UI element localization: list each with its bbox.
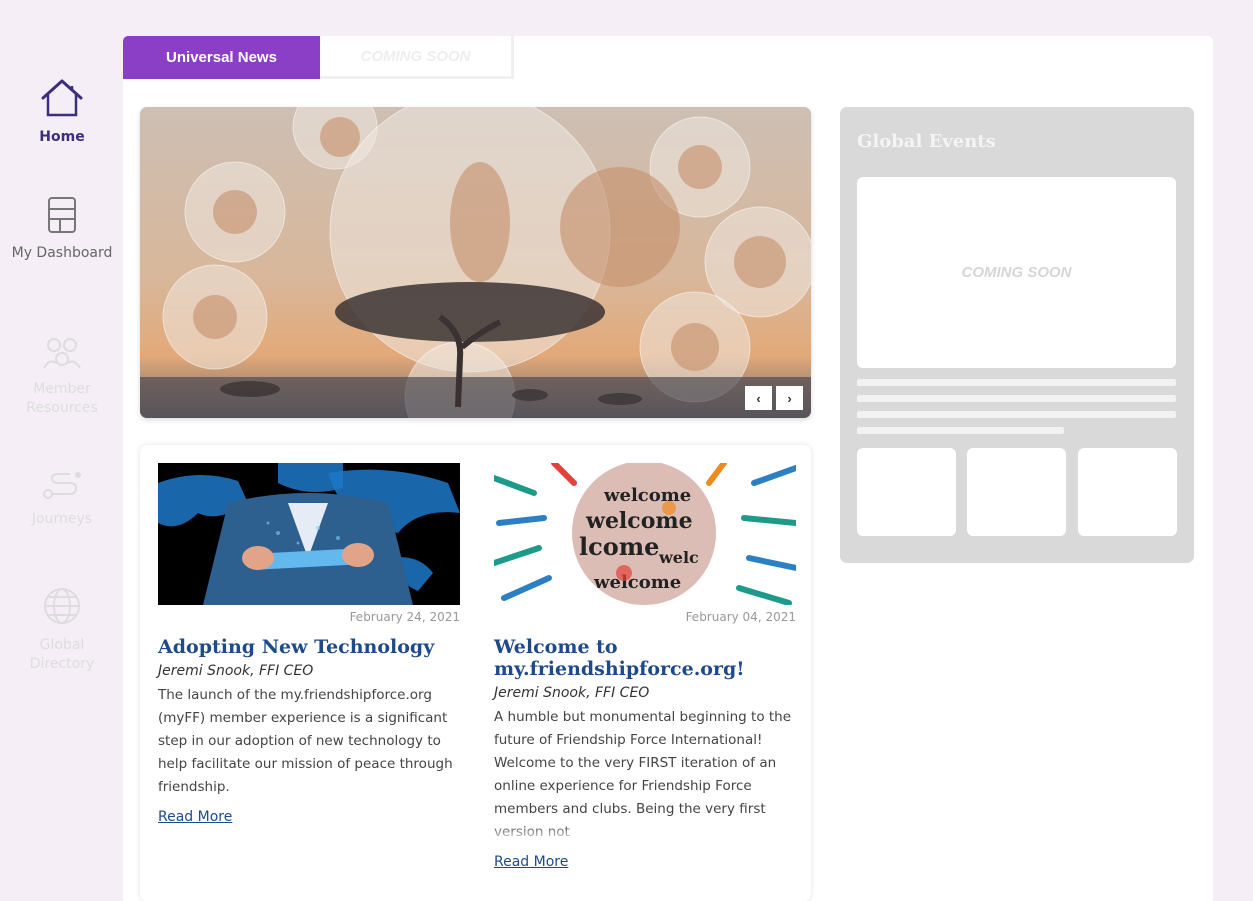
news-carousel[interactable]: ‹ › [140,107,811,418]
placeholder-tile [1078,448,1177,536]
tab-universal-news[interactable]: Universal News [123,36,320,79]
sidebar-item-dashboard[interactable]: My Dashboard [8,196,116,263]
carousel-controls: ‹ › [745,386,803,410]
sidebar: Home My Dashboard Member Resources Journ… [8,0,116,901]
article-image-welcome[interactable]: welcome welcome lcome welc welcome [494,463,796,605]
article-date: February 04, 2021 [685,610,796,624]
article-author: Jeremi Snook, FFI CEO [494,685,650,701]
globe-icon [8,586,116,632]
svg-text:welc: welc [658,548,699,567]
main-panel: Universal News COMING SOON ‹ › February … [123,36,1213,901]
svg-text:welcome: welcome [603,485,691,506]
article-title[interactable]: Adopting New Technology [158,636,460,658]
article-author: Jeremi Snook, FFI CEO [158,663,314,679]
news-article: February 24, 2021 Adopting New Technolog… [158,463,460,826]
events-placeholder: COMING SOON [857,177,1176,368]
article-excerpt: A humble but monumental beginning to the… [494,706,796,844]
tab-coming-soon[interactable]: COMING SOON [320,36,514,79]
placeholder-tile [967,448,1066,536]
read-more-link[interactable]: Read More [494,854,568,870]
sidebar-item-label: Global Directory [29,637,95,672]
article-date: February 24, 2021 [349,610,460,624]
svg-text:welcome: welcome [593,572,681,593]
sidebar-item-global-directory[interactable]: Global Directory [8,586,116,674]
svg-text:lcome: lcome [579,532,659,561]
carousel-prev-button[interactable]: ‹ [745,386,772,410]
sidebar-item-label: My Dashboard [11,245,113,261]
sidebar-item-label: Member Resources [26,381,98,416]
sidebar-item-home[interactable]: Home [8,78,116,147]
dashboard-icon [8,196,116,240]
global-events-panel: Global Events COMING SOON [840,107,1194,563]
carousel-next-button[interactable]: › [776,386,803,410]
article-excerpt: The launch of the my.friendshipforce.org… [158,687,453,795]
news-list: February 24, 2021 Adopting New Technolog… [140,445,811,901]
home-icon [8,78,116,124]
sidebar-item-member-resources[interactable]: Member Resources [8,336,116,418]
placeholder-line [857,395,1176,402]
placeholder-line [857,427,1064,434]
sidebar-item-label: Home [39,129,85,145]
route-icon [8,470,116,506]
tab-bar: Universal News COMING SOON [123,36,514,79]
placeholder-line [857,379,1176,386]
article-image-technology[interactable] [158,463,460,605]
global-events-title: Global Events [857,131,996,152]
svg-text:welcome: welcome [585,508,693,534]
placeholder-line [857,411,1176,418]
placeholder-tile [857,448,956,536]
read-more-link[interactable]: Read More [158,809,232,825]
news-article: welcome welcome lcome welc welcome Febru… [494,463,796,871]
carousel-image [140,107,811,418]
sidebar-item-journeys[interactable]: Journeys [8,470,116,529]
article-title[interactable]: Welcome to my.friendshipforce.org! [494,636,796,680]
sidebar-item-label: Journeys [31,511,93,527]
people-icon [8,336,116,376]
